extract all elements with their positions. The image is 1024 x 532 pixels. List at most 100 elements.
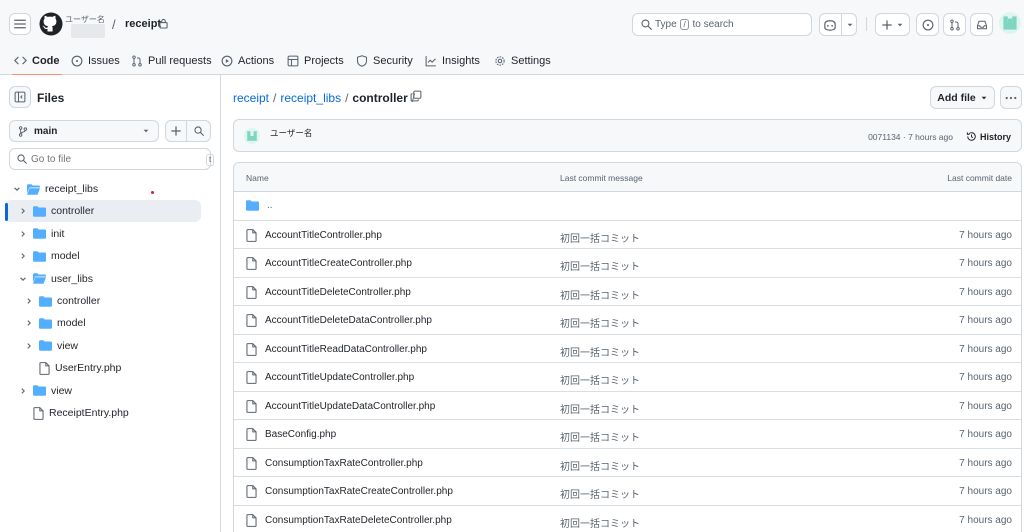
branch-selector[interactable]: main [9,120,159,142]
table-row[interactable]: AccountTitleDeleteDataController.php 初回一括… [234,306,1021,335]
tree-toggle[interactable] [11,185,23,193]
tab-actions[interactable]: Actions [221,46,274,75]
copy-path-icon[interactable] [410,90,422,102]
copilot-button[interactable] [819,13,857,36]
folder-icon [33,206,46,217]
history-link[interactable]: History [966,131,1011,142]
inbox-button[interactable] [970,13,993,36]
tree-file-item[interactable]: ReceiptEntry.php [5,402,201,424]
commit-message-link[interactable]: 初回一括コミット [560,401,640,416]
tree-folder-item[interactable]: controller [5,200,201,223]
table-row[interactable]: BaseConfig.php 初回一括コミット 7 hours ago [234,420,1021,449]
tree-toggle[interactable] [17,207,29,215]
tab-issues[interactable]: Issues [71,46,120,75]
tab-code[interactable]: Code [12,46,61,76]
table-row[interactable]: ConsumptionTaxRateCreateController.php 初回… [234,477,1021,506]
tree-folder-item[interactable]: view [5,335,201,357]
tab-pull-requests[interactable]: Pull requests [131,46,212,75]
tree-toggle[interactable] [23,297,35,305]
commit-message-link[interactable]: 初回一括コミット [560,287,640,302]
commit-date: 7 hours ago [959,429,1012,440]
tree-toggle[interactable] [17,230,29,238]
tree-folder-item[interactable]: init [5,223,201,245]
file-name-link[interactable]: AccountTitleReadDataController.php [265,344,427,355]
tab-projects[interactable]: Projects [287,46,344,75]
table-row[interactable]: AccountTitleUpdateController.php 初回一括コミット… [234,363,1021,392]
tab-label: Issues [88,54,120,67]
repo-nav-tabs: Code Issues Pull requests Actions Projec… [0,46,1024,76]
create-new-button[interactable] [875,13,910,36]
file-name-cell: ConsumptionTaxRateController.php [246,456,423,470]
commit-message-link[interactable]: 初回一括コミット [560,458,640,473]
file-name-link[interactable]: AccountTitleUpdateController.php [265,372,414,383]
pull-requests-shortcut-button[interactable] [943,13,966,36]
breadcrumb-mid-link[interactable]: receipt_libs [280,91,341,105]
tab-insights[interactable]: Insights [425,46,480,75]
commit-message-link[interactable]: 初回一括コミット [560,429,640,444]
commit-message-link[interactable]: 初回一括コミット [560,515,640,530]
table-row[interactable]: ConsumptionTaxRateController.php 初回一括コミット… [234,449,1021,477]
tree-folder-item[interactable]: user_libs [5,268,201,290]
commit-message-link[interactable]: 初回一括コミット [560,486,640,501]
file-name-link[interactable]: BaseConfig.php [265,429,336,440]
menu-button[interactable] [9,13,31,35]
tree-file-item[interactable]: UserEntry.php [5,357,201,379]
table-row[interactable]: AccountTitleReadDataController.php 初回一括コミ… [234,335,1021,363]
file-name-link[interactable]: AccountTitleController.php [265,230,382,241]
table-row[interactable]: AccountTitleCreateController.php 初回一括コミット… [234,249,1021,278]
tree-folder-item[interactable]: model [5,312,201,334]
commit-message-link[interactable]: 初回一括コミット [560,344,640,359]
gear-icon [495,55,505,66]
commit-message-link[interactable]: 初回一括コミット [560,372,640,387]
tree-toggle[interactable] [17,252,29,260]
more-options-button[interactable] [1000,86,1022,109]
tree-folder-item[interactable]: view [5,380,201,402]
file-name-link[interactable]: AccountTitleDeleteController.php [265,287,411,298]
repo-name-link[interactable]: receipt [125,18,161,30]
tree-toggle[interactable] [23,319,35,327]
go-to-file[interactable]: t [9,148,215,170]
table-row[interactable]: AccountTitleController.php 初回一括コミット 7 hour… [234,221,1021,249]
table-row[interactable]: AccountTitleUpdateDataController.php 初回一括… [234,392,1021,420]
file-name-link[interactable]: ConsumptionTaxRateDeleteController.php [265,515,452,526]
tree-item-label: receipt_libs [45,183,99,195]
file-icon [246,257,257,270]
commit-author-avatar[interactable] [244,128,260,144]
tab-security[interactable]: Security [356,46,413,75]
add-file-icon-button[interactable] [165,120,187,142]
tab-settings[interactable]: Settings [494,46,551,75]
issues-shortcut-button[interactable] [916,13,939,36]
tree-toggle[interactable] [23,342,35,350]
commit-message-link[interactable]: 初回一括コミット [560,315,640,330]
tree-folder-item[interactable]: controller [5,290,201,312]
history-icon [966,132,976,141]
file-name-link[interactable]: AccountTitleCreateController.php [265,258,412,269]
commit-meta[interactable]: 0071134 · 7 hours ago [868,132,953,142]
tree-folder-item[interactable]: model [5,245,201,267]
tree-item-label: ReceiptEntry.php [49,407,129,419]
file-name-link[interactable]: AccountTitleDeleteDataController.php [265,315,432,326]
commit-message-link[interactable]: 初回一括コミット [560,258,640,273]
file-name-link[interactable]: AccountTitleUpdateDataController.php [265,401,435,412]
go-to-file-input[interactable] [31,149,191,169]
commit-author-name[interactable]: ユーザー名 [270,127,312,139]
table-row[interactable]: AccountTitleDeleteController.php 初回一括コミット… [234,278,1021,306]
github-logo-icon[interactable] [39,12,63,36]
tree-toggle[interactable] [17,387,29,395]
tree-toggle[interactable] [17,275,29,283]
breadcrumb-root-link[interactable]: receipt [233,91,269,105]
parent-directory-row[interactable]: .. [234,192,1021,221]
user-avatar[interactable] [999,12,1021,34]
search-files-button[interactable] [187,120,211,142]
add-file-button[interactable]: Add file [930,86,995,109]
commit-message-link[interactable]: 初回一括コミット [560,230,640,245]
file-name-link[interactable]: ConsumptionTaxRateController.php [265,458,423,469]
tab-label: Settings [511,54,551,67]
global-search[interactable]: Type / to search [632,13,812,36]
tab-label: Security [373,54,413,67]
collapse-sidebar-button[interactable] [9,86,31,108]
latest-commit-bar: ユーザー名 0071134 · 7 hours ago History [233,119,1022,152]
tree-folder-item[interactable]: receipt_libs [5,178,201,200]
table-row[interactable]: ConsumptionTaxRateDeleteController.php 初回… [234,506,1021,532]
file-name-link[interactable]: ConsumptionTaxRateCreateController.php [265,486,453,497]
